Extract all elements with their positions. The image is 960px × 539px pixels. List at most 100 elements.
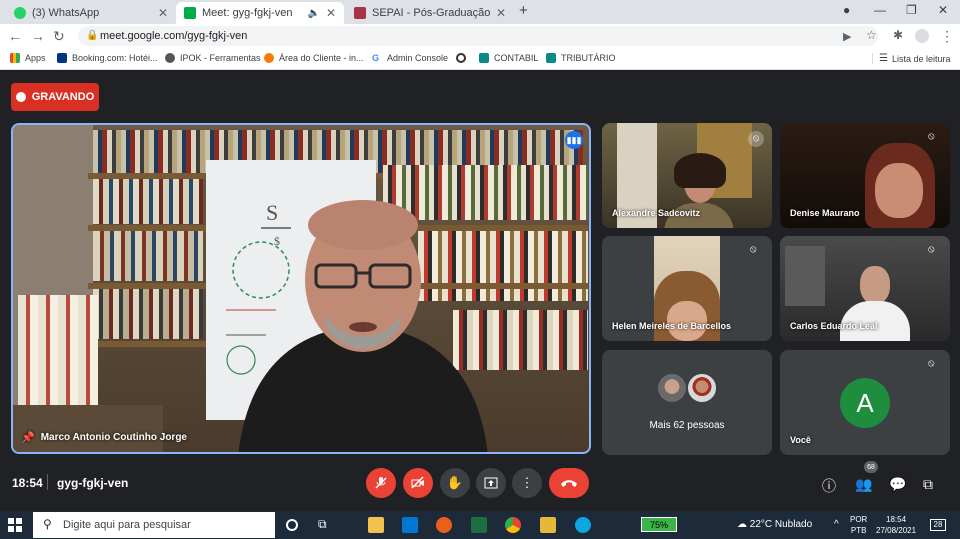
participant-tile[interactable]: ⦸ Helen Meireles de Barcellos — [602, 236, 772, 341]
edge-icon[interactable] — [575, 517, 591, 533]
people-icon[interactable]: 👥 — [855, 476, 872, 493]
meeting-code: gyg-fgkj-ven — [57, 476, 129, 490]
participant-tile[interactable]: ⦸ Carlos Eduardo Leal — [780, 236, 950, 341]
bookmark-unnamed[interactable] — [456, 53, 471, 63]
tributario-icon — [546, 53, 556, 63]
close-icon[interactable]: ✕ — [158, 6, 168, 20]
participant-name: Carlos Eduardo Leal — [790, 321, 878, 331]
mic-off-icon: ⦸ — [748, 131, 764, 147]
file-explorer-icon[interactable] — [540, 517, 556, 533]
close-icon[interactable]: ✕ — [496, 6, 506, 20]
info-icon[interactable]: ⓘ — [822, 476, 836, 496]
new-tab-button[interactable]: + — [519, 2, 528, 19]
url-input[interactable]: 🔒 meet.google.com/gyg-fgkj-ven — [78, 26, 878, 46]
apps-grid-icon — [10, 53, 20, 63]
back-icon[interactable]: ← — [8, 28, 22, 44]
participant-tile[interactable]: ⦸ Denise Maurano — [780, 123, 950, 228]
reload-icon[interactable]: ↻ — [53, 28, 65, 45]
pin-icon[interactable]: 📌 — [21, 431, 35, 444]
self-tile[interactable]: A ⦸ Você — [780, 350, 950, 455]
record-dot-icon — [15, 92, 26, 102]
bookmark-label: TRIBUTÁRIO — [561, 53, 616, 63]
minimize-button[interactable]: — — [874, 3, 886, 17]
windows-taskbar: ⚲ Digite aqui para pesquisar ⧉ 75% ☁ 22°… — [0, 511, 960, 539]
search-icon: ⚲ — [43, 517, 52, 531]
language-indicator[interactable]: POR PTB — [850, 514, 867, 536]
notifications-icon[interactable]: 28 — [930, 519, 946, 531]
close-icon[interactable]: ✕ — [326, 6, 336, 20]
present-button[interactable] — [476, 468, 506, 498]
weather-widget[interactable]: ☁ 22°C Nublado — [737, 519, 812, 530]
bookmark-apps[interactable]: Apps — [10, 53, 46, 63]
spiral-icon — [456, 53, 466, 63]
bookmark-area-cliente[interactable]: Área do Cliente - in... — [264, 53, 364, 63]
mic-off-icon — [375, 477, 387, 489]
speaker-icon[interactable]: 🔈 — [307, 8, 319, 19]
chevron-up-icon[interactable]: ^ — [834, 519, 839, 530]
chrome-icon[interactable] — [505, 517, 521, 533]
desk — [13, 405, 163, 452]
bookmark-label: CONTABIL — [494, 53, 539, 63]
more-people-label: Mais 62 pessoas — [649, 420, 725, 431]
divider — [47, 474, 48, 490]
participant-tile[interactable]: ⦸ Alexandre Sadcovitz — [602, 123, 772, 228]
mic-off-icon: ⦸ — [928, 131, 935, 142]
leave-call-button[interactable] — [549, 468, 589, 498]
present-icon — [484, 477, 498, 489]
more-people-tile[interactable]: Mais 62 pessoas — [602, 350, 772, 455]
restore-button[interactable]: ❐ — [906, 3, 917, 17]
bookmark-tributario[interactable]: TRIBUTÁRIO — [546, 53, 616, 63]
reading-list-label: Lista de leitura — [891, 53, 951, 64]
menu-icon[interactable]: ⋮ — [940, 28, 954, 45]
bookmark-ipok[interactable]: IPOK - Ferramentas — [165, 53, 261, 63]
extensions-icon[interactable]: ✱ — [893, 28, 903, 42]
cortana-icon[interactable] — [286, 519, 298, 531]
bookmark-contabil[interactable]: CONTABIL — [479, 53, 538, 63]
raise-hand-button[interactable]: ✋ — [440, 468, 470, 498]
store-icon[interactable] — [368, 517, 384, 533]
clock[interactable]: 18:54 27/08/2021 — [876, 514, 916, 536]
weather-text: 22°C Nublado — [749, 519, 813, 530]
speaking-indicator-icon: ▮▮▮ — [565, 131, 583, 149]
app-icon[interactable] — [436, 517, 452, 533]
excel-icon[interactable] — [471, 517, 487, 533]
forward-icon[interactable]: → — [31, 28, 45, 44]
hand-icon: ✋ — [446, 475, 464, 490]
avatar — [656, 372, 688, 404]
camera-off-button[interactable] — [403, 468, 433, 498]
taskbar-search-input[interactable]: ⚲ Digite aqui para pesquisar — [33, 512, 275, 538]
activities-icon[interactable]: ⧉ — [923, 476, 933, 493]
clock-date: 27/08/2021 — [876, 526, 917, 535]
tab-whatsapp[interactable]: (3) WhatsApp ✕ — [6, 2, 176, 24]
battery-indicator[interactable]: 75% — [641, 517, 677, 532]
whatsapp-icon — [14, 7, 26, 19]
recording-label: GRAVANDO — [31, 91, 95, 103]
profile-record-icon[interactable]: ● — [843, 3, 850, 17]
self-initial: A — [856, 387, 874, 418]
mic-off-icon: ⦸ — [928, 244, 935, 255]
bookmark-booking[interactable]: Booking.com: Hotéi... — [57, 53, 158, 63]
windows-start-icon[interactable] — [8, 518, 22, 532]
bookshelf-row — [93, 179, 203, 224]
bookmark-label: Área do Cliente - in... — [279, 53, 364, 63]
lock-icon: 🔒 — [86, 30, 99, 41]
cliente-icon — [264, 53, 274, 63]
lang-top: POR — [850, 515, 868, 524]
tab-meet[interactable]: Meet: gyg-fgkj-ven 🔈 ✕ — [176, 2, 344, 24]
bookmark-admin-console[interactable]: G Admin Console — [372, 53, 448, 63]
close-window-button[interactable]: ✕ — [938, 3, 948, 17]
tab-sepai[interactable]: SEPAI - Pós-Graduação em Psica ✕ — [346, 2, 514, 24]
main-speaker-video[interactable]: S $ ▮▮▮ 📌 Marco Antonio Coutinho Jorge — [11, 123, 591, 454]
camera-icon[interactable]: ▶ — [843, 30, 851, 43]
main-speaker-name: Marco Antonio Coutinho Jorge — [40, 432, 187, 443]
mic-off-icon: ⦸ — [750, 244, 757, 255]
mail-icon[interactable] — [402, 517, 418, 533]
reading-list[interactable]: ☰ Lista de leitura — [872, 53, 951, 64]
star-icon[interactable]: ☆ — [866, 28, 877, 42]
more-options-button[interactable]: ⋮ — [512, 468, 542, 498]
bookmark-label: Booking.com: Hotéi... — [72, 53, 158, 63]
avatar[interactable] — [915, 29, 929, 43]
task-view-icon[interactable]: ⧉ — [318, 517, 334, 533]
chat-icon[interactable]: 💬 — [889, 476, 906, 493]
mic-off-button[interactable] — [366, 468, 396, 498]
